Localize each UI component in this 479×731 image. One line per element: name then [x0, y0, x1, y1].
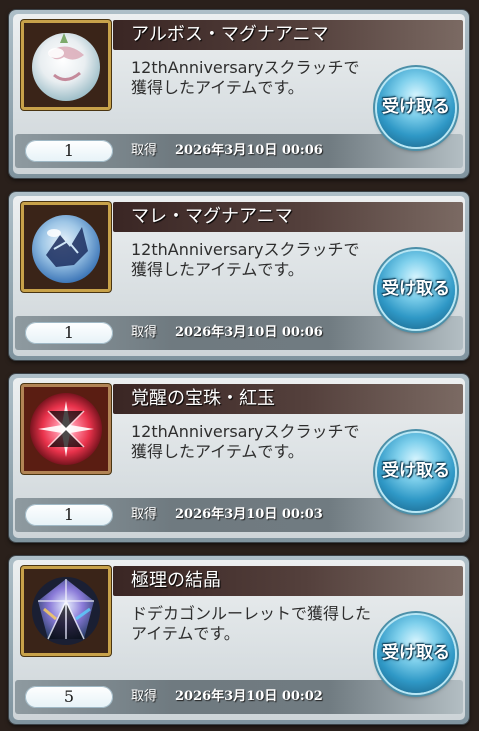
item-description: ドデカゴンルーレットで獲得したアイテムです。	[131, 604, 372, 643]
receive-button-label: 受け取る	[382, 279, 450, 299]
item-name: 覚醒の宝珠・紅玉	[131, 388, 275, 409]
acquired-timestamp: 2026年3月10日 00:06	[175, 325, 323, 340]
blue-crystal-orb-icon	[24, 205, 108, 289]
item-card-body: アルボス・マグナアニマ 12thAnniversaryスクラッチで獲得したアイテ…	[13, 14, 465, 174]
acquired-timestamp: 2026年3月10日 00:02	[175, 689, 323, 704]
item-description: 12thAnniversaryスクラッチで獲得したアイテムです。	[131, 422, 360, 461]
white-crystal-orb-icon	[24, 23, 108, 107]
receive-button[interactable]: 受け取る	[377, 433, 455, 511]
item-name: マレ・マグナアニマ	[131, 206, 293, 227]
item-quantity: 1	[25, 504, 113, 526]
item-icon-frame	[21, 384, 111, 474]
item-quantity: 1	[25, 322, 113, 344]
item-icon-frame	[21, 566, 111, 656]
item-quantity: 5	[25, 686, 113, 708]
receive-button-label: 受け取る	[382, 97, 450, 117]
acquired-label: 取得	[131, 689, 158, 704]
item-icon-frame	[21, 20, 111, 110]
item-name: アルボス・マグナアニマ	[131, 24, 329, 45]
acquired-label: 取得	[131, 325, 158, 340]
receive-button-label: 受け取る	[382, 461, 450, 481]
acquired-timestamp: 2026年3月10日 00:06	[175, 143, 323, 158]
item-card: 覚醒の宝珠・紅玉 12thAnniversaryスクラッチで獲得したアイテムです…	[9, 374, 469, 542]
item-quantity: 1	[25, 140, 113, 162]
item-description: 12thAnniversaryスクラッチで獲得したアイテムです。	[131, 58, 360, 97]
item-card-body: マレ・マグナアニマ 12thAnniversaryスクラッチで獲得したアイテムで…	[13, 196, 465, 356]
acquired-timestamp: 2026年3月10日 00:03	[175, 507, 323, 522]
item-card: 極理の結晶 ドデカゴンルーレットで獲得したアイテムです。 5 取得 2026年3…	[9, 556, 469, 724]
item-icon-frame	[21, 202, 111, 292]
red-awakening-orb-icon	[24, 387, 108, 471]
item-card: アルボス・マグナアニマ 12thAnniversaryスクラッチで獲得したアイテ…	[9, 10, 469, 178]
item-card-body: 極理の結晶 ドデカゴンルーレットで獲得したアイテムです。 5 取得 2026年3…	[13, 560, 465, 720]
item-description: 12thAnniversaryスクラッチで獲得したアイテムです。	[131, 240, 360, 279]
receive-button[interactable]: 受け取る	[377, 615, 455, 693]
receive-button[interactable]: 受け取る	[377, 251, 455, 329]
acquired-label: 取得	[131, 507, 158, 522]
item-card: マレ・マグナアニマ 12thAnniversaryスクラッチで獲得したアイテムで…	[9, 192, 469, 360]
item-name: 極理の結晶	[131, 570, 221, 591]
prism-crystal-icon	[24, 569, 108, 653]
receive-button-label: 受け取る	[382, 643, 450, 663]
receive-button[interactable]: 受け取る	[377, 69, 455, 147]
item-card-body: 覚醒の宝珠・紅玉 12thAnniversaryスクラッチで獲得したアイテムです…	[13, 378, 465, 538]
item-list: アルボス・マグナアニマ 12thAnniversaryスクラッチで獲得したアイテ…	[0, 0, 479, 731]
acquired-label: 取得	[131, 143, 158, 158]
